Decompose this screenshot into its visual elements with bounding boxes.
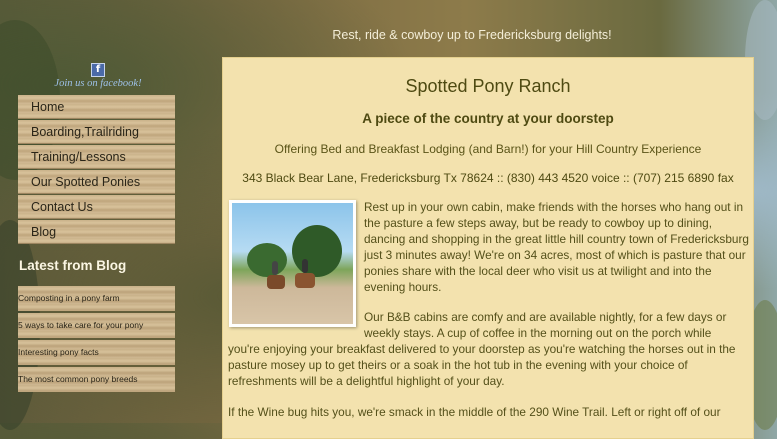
photo-tree xyxy=(292,225,342,277)
photo-rider xyxy=(302,259,308,273)
ranch-photo-image xyxy=(232,203,353,324)
blog-post-link[interactable]: Interesting pony facts xyxy=(18,340,175,365)
blog-post-link[interactable]: The most common pony breeds xyxy=(18,367,175,392)
blog-post-link[interactable]: 5 ways to take care for your pony xyxy=(18,313,175,338)
offer-text: Offering Bed and Breakfast Lodging (and … xyxy=(274,142,702,156)
photo-tree xyxy=(247,243,287,277)
nav-item-boarding-trailriding[interactable]: Boarding,Trailriding xyxy=(18,120,175,144)
photo-horse xyxy=(267,275,285,289)
page-subtitle: A piece of the country at your doorstep xyxy=(362,111,614,126)
nav-item-contact-us[interactable]: Contact Us xyxy=(18,195,175,219)
page-title: Spotted Pony Ranch xyxy=(405,76,571,96)
blog-heading: Latest from Blog xyxy=(19,258,127,273)
photo-horse xyxy=(295,273,315,288)
intro-paragraph: Rest up in your own cabin, make friends … xyxy=(364,200,749,294)
site-tagline: Rest, ride & cowboy up to Fredericksburg… xyxy=(332,28,612,42)
blog-post-link[interactable]: Composting in a pony farm xyxy=(18,286,175,311)
ranch-photo xyxy=(229,200,356,327)
facebook-link-label[interactable]: Join us on facebook! xyxy=(18,78,178,89)
main-nav: Home Boarding,Trailriding Training/Lesso… xyxy=(18,95,175,245)
nav-item-training-lessons[interactable]: Training/Lessons xyxy=(18,145,175,169)
facebook-link[interactable]: f Join us on facebook! xyxy=(18,57,178,89)
nav-item-blog[interactable]: Blog xyxy=(18,220,175,244)
contact-address: 343 Black Bear Lane, Fredericksburg Tx 7… xyxy=(242,171,734,185)
blog-post-list: Composting in a pony farm 5 ways to take… xyxy=(18,286,175,394)
wine-paragraph: If the Wine bug hits you, we're smack in… xyxy=(228,405,721,419)
main-content: Spotted Pony Ranch A piece of the countr… xyxy=(222,57,754,439)
nav-item-our-spotted-ponies[interactable]: Our Spotted Ponies xyxy=(18,170,175,194)
facebook-icon[interactable]: f xyxy=(91,63,105,77)
photo-rider xyxy=(272,261,278,275)
nav-item-home[interactable]: Home xyxy=(18,95,175,119)
cabins-paragraph-top: Our B&B cabins are comfy and are availab… xyxy=(364,310,727,340)
cabins-paragraph-bottom: you're enjoying your breakfast delivered… xyxy=(228,342,736,388)
